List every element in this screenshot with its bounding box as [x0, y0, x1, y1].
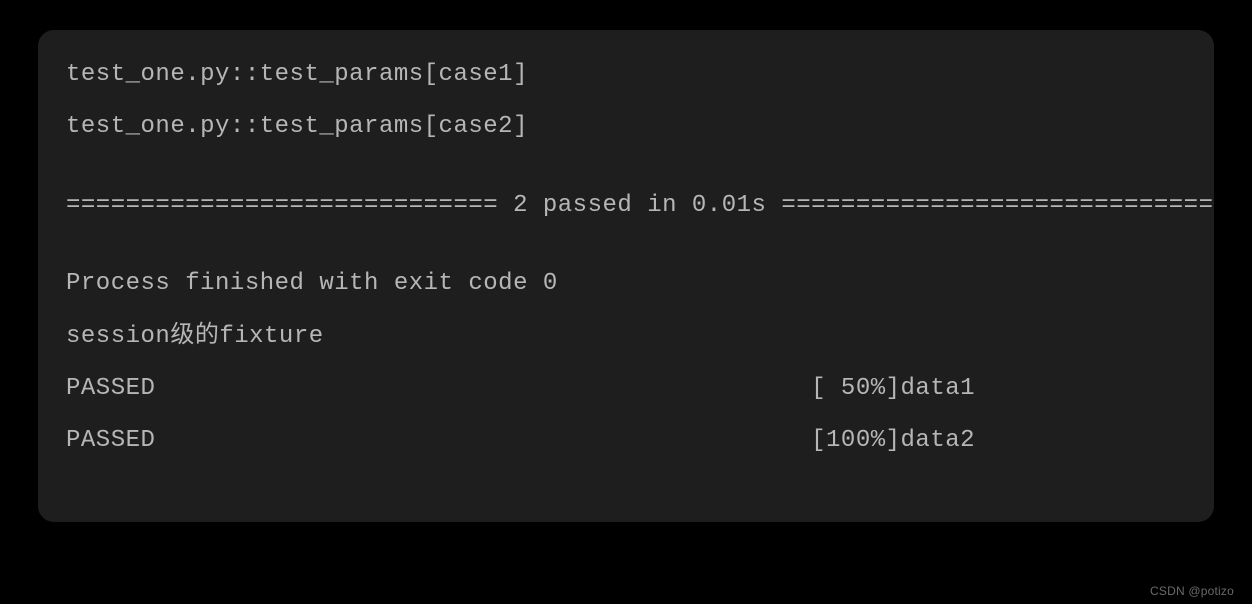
process-exit-line: Process finished with exit code 0 [66, 271, 1186, 297]
terminal-output-panel: test_one.py::test_params[case1] test_one… [38, 30, 1214, 522]
session-fixture-line: session级的fixture [66, 324, 1186, 350]
test-result-line: PASSED [100%]data2 [66, 428, 1186, 454]
test-result-line: PASSED [ 50%]data1 [66, 376, 1186, 402]
watermark-text: CSDN @potizo [1150, 584, 1234, 598]
test-collected-line: test_one.py::test_params[case1] [66, 62, 1186, 88]
test-summary-line: ============================= 2 passed i… [66, 193, 1186, 219]
test-collected-line: test_one.py::test_params[case2] [66, 114, 1186, 140]
blank-line [66, 167, 1186, 193]
blank-line [66, 245, 1186, 271]
